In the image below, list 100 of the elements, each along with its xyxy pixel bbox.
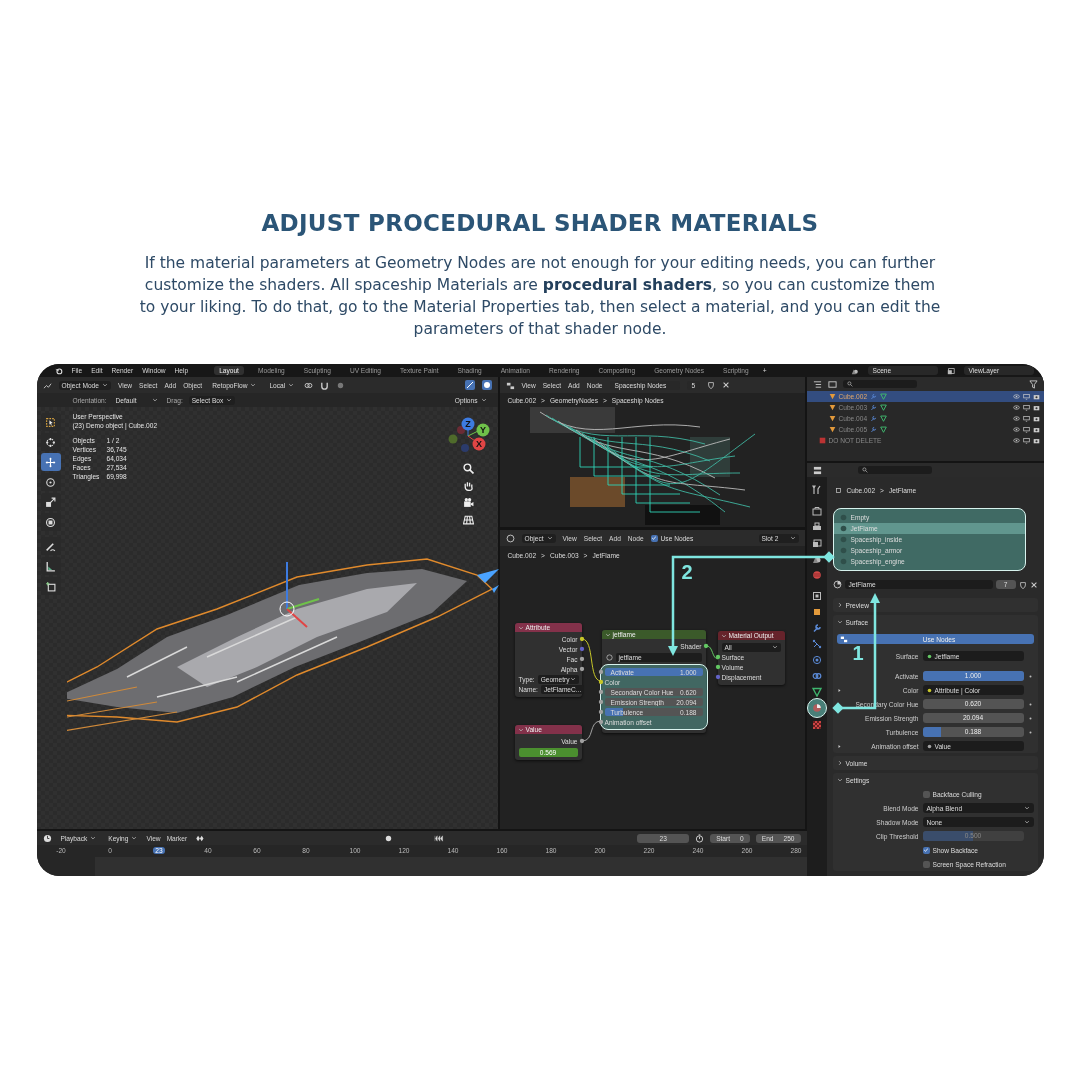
chevron-icon (836, 777, 843, 783)
keyframe-dot-icon[interactable] (1027, 701, 1033, 707)
keyframe-icon[interactable] (193, 833, 206, 843)
chevron-icon (131, 835, 138, 841)
search-icon (846, 381, 853, 387)
keyframe-dot-icon[interactable] (1027, 729, 1033, 735)
checkbox[interactable] (922, 790, 930, 798)
zoom-icon[interactable] (463, 463, 474, 474)
chevron-icon (288, 382, 295, 388)
eye-icon[interactable] (1012, 393, 1020, 400)
eye-icon[interactable] (1012, 437, 1020, 444)
socket-icon (597, 669, 604, 675)
socket-dot-icon (926, 687, 932, 693)
tool-button[interactable] (40, 537, 61, 555)
eye-icon[interactable] (1012, 415, 1020, 422)
chevron-icon (569, 675, 576, 682)
particles-icon (811, 638, 822, 649)
socket-icon (578, 738, 585, 744)
eye-icon[interactable] (1012, 404, 1020, 411)
chevron-icon (1023, 819, 1030, 825)
camera-icon[interactable] (1032, 426, 1040, 433)
close-icon[interactable] (722, 381, 731, 389)
tool-button[interactable] (40, 413, 61, 431)
link-icon[interactable] (304, 380, 314, 390)
node-link (581, 720, 601, 742)
chevron-icon (517, 726, 524, 733)
monitor-icon[interactable] (1022, 426, 1030, 433)
page-heading: ADJUST PROCEDURAL SHADER MATERIALS (261, 210, 819, 236)
tool-button[interactable] (40, 493, 61, 511)
shield-icon[interactable] (707, 381, 716, 389)
chevron-icon (517, 624, 524, 631)
orbit-icon (811, 654, 822, 665)
magnet-icon[interactable] (320, 380, 330, 390)
stopwatch-icon[interactable] (695, 833, 705, 843)
camera-icon[interactable] (463, 497, 474, 508)
box-icon (811, 590, 822, 601)
close-icon[interactable] (1029, 580, 1038, 589)
search-field[interactable] (857, 466, 932, 474)
sphere-icon[interactable] (832, 580, 842, 589)
camera-icon[interactable] (1032, 415, 1040, 422)
tool-button[interactable] (40, 433, 61, 451)
keyframe-dot-icon[interactable] (1027, 715, 1033, 721)
chevron-icon (789, 535, 796, 541)
step-number: 1 (852, 642, 864, 665)
socket-dot-icon (926, 743, 932, 749)
record-icon[interactable] (383, 833, 393, 843)
tool-button[interactable] (40, 577, 61, 595)
overlay-icon[interactable] (464, 380, 475, 390)
eye-icon[interactable] (1012, 426, 1020, 433)
chevron-icon (546, 535, 553, 541)
camera-icon[interactable] (1032, 437, 1040, 444)
chevron-icon (480, 397, 487, 403)
camera-icon[interactable] (1032, 393, 1040, 400)
wrench-icon (870, 404, 878, 411)
properties-tab[interactable] (809, 685, 824, 698)
grid-icon[interactable] (463, 514, 474, 525)
chevron-icon (720, 632, 727, 639)
tool-button[interactable] (40, 473, 61, 491)
keyframe-dot-icon[interactable] (1027, 673, 1033, 679)
globe-icon (811, 569, 822, 580)
wrench-icon (870, 393, 878, 400)
xray-icon[interactable] (481, 380, 492, 390)
proportional-icon[interactable] (336, 380, 346, 390)
search-field[interactable] (842, 380, 917, 388)
monitor-icon[interactable] (1022, 415, 1030, 422)
shield-icon[interactable] (1018, 580, 1027, 589)
properties-tab[interactable] (806, 698, 827, 718)
monitor-icon[interactable] (1022, 393, 1030, 400)
camera-icon[interactable] (1032, 404, 1040, 411)
node-link (581, 638, 601, 682)
checkbox[interactable] (922, 860, 930, 868)
hand-icon[interactable] (463, 480, 474, 491)
properties-tab[interactable] (809, 504, 824, 517)
checkbox[interactable] (922, 846, 930, 854)
chevron-icon (226, 397, 233, 403)
tool-button[interactable] (40, 513, 61, 531)
monitor-icon[interactable] (1022, 404, 1030, 411)
chevron-icon (836, 619, 843, 625)
collection-icon (818, 437, 826, 444)
expand-arrow-icon (836, 687, 842, 693)
wrench-icon (870, 415, 878, 422)
monitor-icon[interactable] (1022, 437, 1030, 444)
transform-icon (45, 516, 56, 528)
editor-type-icon (42, 380, 52, 390)
axis-gizmo[interactable]: Z Y X (447, 417, 490, 457)
checkbox[interactable] (650, 534, 658, 542)
checker-icon (811, 719, 822, 730)
chevron-icon (250, 382, 257, 388)
socket-dot-icon (926, 653, 932, 659)
add-cube-icon (45, 580, 56, 592)
tool-button[interactable] (40, 453, 61, 471)
cursor-icon (45, 436, 56, 448)
display-mode-icon (827, 379, 837, 389)
check-icon (651, 535, 658, 541)
chevron-icon (771, 643, 778, 650)
tool-button[interactable] (40, 557, 61, 575)
scale-icon (45, 496, 56, 508)
step-number: 2 (681, 561, 693, 584)
filter-icon[interactable] (1028, 379, 1038, 389)
move-icon (45, 456, 56, 468)
